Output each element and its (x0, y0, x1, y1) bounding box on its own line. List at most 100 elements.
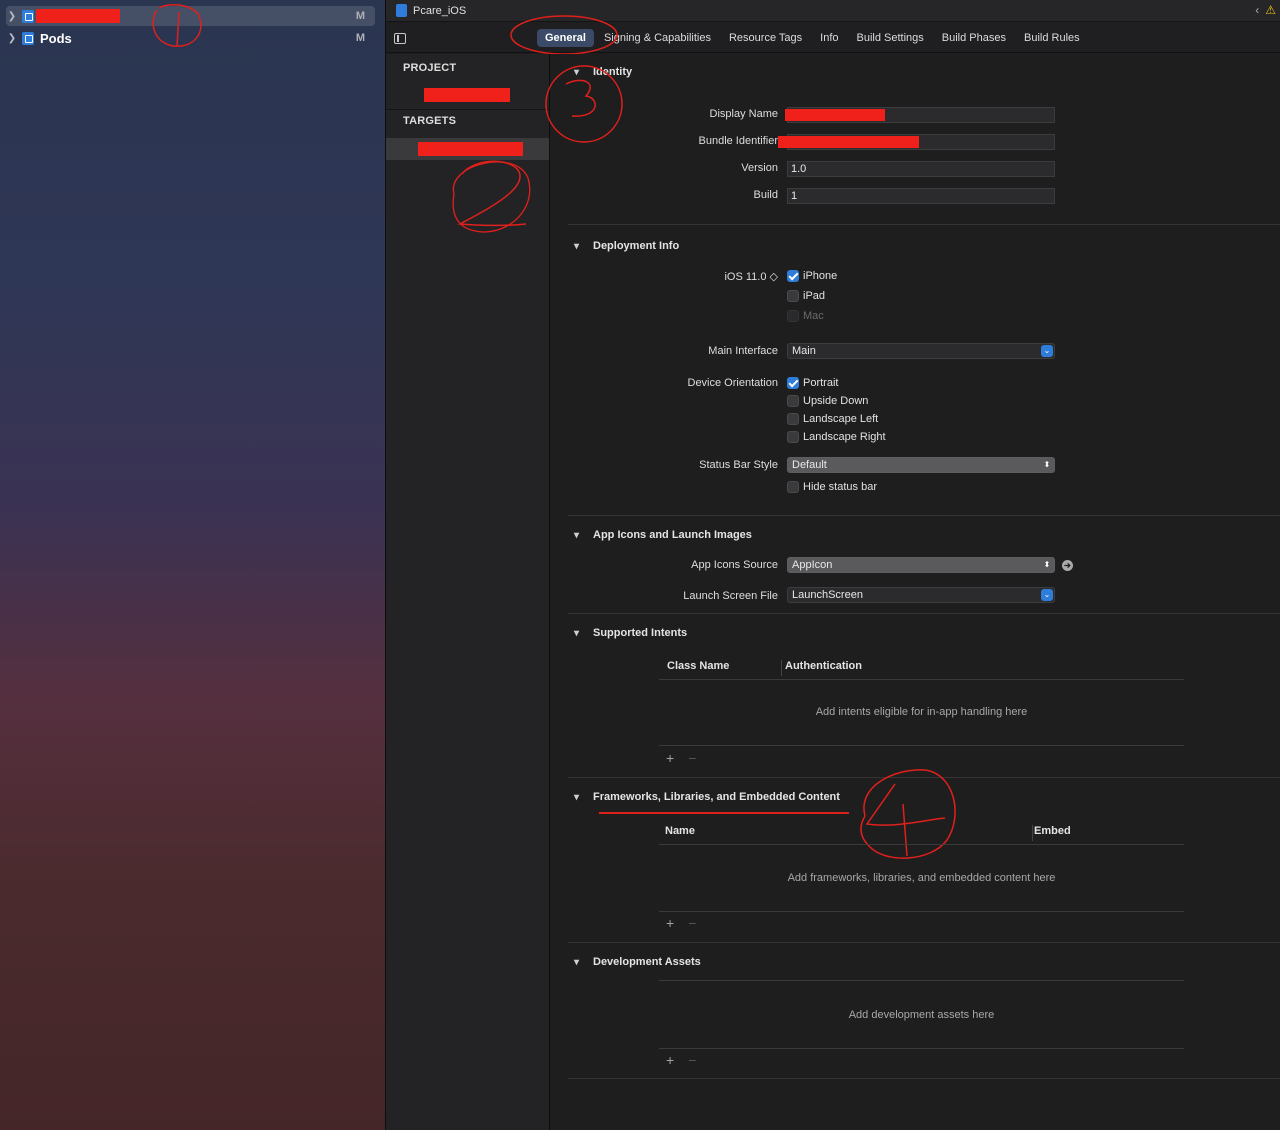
targets-header: TARGETS (403, 115, 457, 127)
project-header: PROJECT (403, 62, 457, 74)
add-framework-button[interactable]: + (666, 915, 674, 931)
chevron-right-icon[interactable]: ❯ (6, 11, 18, 22)
tab-signing-capabilities[interactable]: Signing & Capabilities (596, 29, 719, 47)
go-arrow-icon[interactable]: ➔ (1062, 560, 1073, 571)
add-dev-asset-button[interactable]: + (666, 1052, 674, 1068)
main-interface-label: Main Interface (708, 345, 778, 357)
divider (568, 224, 1280, 225)
launch-screen-value: LaunchScreen (792, 589, 863, 601)
section-title: App Icons and Launch Images (593, 529, 752, 541)
updown-arrows-icon[interactable]: ⬍ (1041, 559, 1053, 571)
redacted-value (785, 109, 885, 121)
remove-dev-asset-button[interactable]: − (688, 1052, 696, 1068)
divider (568, 515, 1280, 516)
checkbox-label: Portrait (803, 377, 839, 389)
launch-screen-label: Launch Screen File (683, 590, 778, 602)
chevron-down-icon[interactable]: ▾ (574, 530, 593, 541)
sidebar-toggle-icon[interactable] (394, 33, 406, 44)
build-field[interactable]: 1 (787, 188, 1055, 204)
chevron-down-icon[interactable]: ▾ (574, 67, 593, 78)
frameworks-table-header: Name Embed (659, 819, 1184, 845)
column-embed[interactable]: Embed (1034, 825, 1071, 837)
section-app-icons[interactable]: ▾ App Icons and Launch Images (574, 529, 752, 541)
add-intent-button[interactable]: + (666, 750, 674, 766)
modified-badge: M (355, 10, 365, 22)
orientation-landscape-left-checkbox[interactable]: Landscape Left (787, 413, 878, 425)
chevron-down-icon[interactable]: ⌄ (1041, 589, 1053, 601)
app-icons-source-popup[interactable]: AppIcon ⬍ (787, 557, 1055, 573)
divider (659, 1048, 1184, 1049)
checkbox-icon[interactable] (787, 395, 799, 407)
project-file-icon (396, 4, 407, 17)
chevron-down-icon[interactable]: ▾ (574, 957, 593, 968)
device-ipad-checkbox[interactable]: iPad (787, 290, 825, 302)
column-authentication[interactable]: Authentication (785, 660, 862, 672)
bundle-identifier-field[interactable] (778, 134, 1055, 150)
orientation-upside-down-checkbox[interactable]: Upside Down (787, 395, 868, 407)
annotation-4 (860, 769, 956, 859)
nav-item-label: Pods (40, 30, 72, 46)
display-name-field[interactable] (785, 107, 1055, 123)
tab-info[interactable]: Info (812, 29, 846, 47)
frameworks-empty-message: Add frameworks, libraries, and embedded … (787, 872, 1056, 884)
chevron-down-icon[interactable]: ⌄ (1041, 345, 1053, 357)
checkbox-label: Upside Down (803, 395, 869, 407)
chevron-down-icon[interactable]: ▾ (574, 628, 593, 639)
nav-item-project[interactable]: ❯ M (6, 6, 375, 26)
column-class-name[interactable]: Class Name (667, 660, 729, 672)
status-bar-style-value: Default (792, 459, 827, 471)
status-bar-style-popup[interactable]: Default ⬍ (787, 457, 1055, 473)
checkbox-checked-icon[interactable] (787, 377, 799, 389)
chevron-left-icon[interactable]: ‹ (1255, 3, 1259, 17)
section-title: Deployment Info (593, 240, 680, 252)
breadcrumb-title[interactable]: Pcare_iOS (413, 5, 466, 17)
orientation-portrait-checkbox[interactable]: Portrait (787, 377, 838, 389)
tab-build-phases[interactable]: Build Phases (934, 29, 1014, 47)
tab-general[interactable]: General (537, 29, 594, 47)
section-deployment-info[interactable]: ▾ Deployment Info (574, 240, 679, 252)
checkbox-label: Mac (803, 310, 824, 322)
project-row[interactable] (386, 85, 549, 107)
device-iphone-checkbox[interactable]: iPhone (787, 270, 837, 282)
checkbox-icon[interactable] (787, 481, 799, 493)
checkbox-icon[interactable] (787, 413, 799, 425)
annotation-2 (452, 160, 531, 233)
annotation-underline (599, 812, 849, 814)
chevron-down-icon[interactable]: ▾ (574, 792, 593, 803)
section-supported-intents[interactable]: ▾ Supported Intents (574, 627, 687, 639)
ios-version-stepper[interactable]: iOS 11.0 ◇ (724, 270, 778, 283)
section-frameworks[interactable]: ▾ Frameworks, Libraries, and Embedded Co… (574, 791, 840, 803)
warning-icon[interactable]: ⚠ (1265, 3, 1276, 17)
section-identity[interactable]: ▾ Identity (574, 66, 632, 78)
remove-intent-button[interactable]: − (688, 750, 696, 766)
remove-framework-button[interactable]: − (688, 915, 696, 931)
checkbox-checked-icon[interactable] (787, 270, 799, 282)
target-row[interactable] (386, 138, 549, 160)
version-label: Version (741, 162, 778, 174)
checkbox-icon[interactable] (787, 431, 799, 443)
nav-item-pods[interactable]: ❯ Pods M (6, 28, 375, 48)
checkbox-label: iPhone (803, 270, 838, 282)
section-title: Development Assets (593, 956, 701, 968)
project-icon (22, 31, 34, 45)
tab-build-settings[interactable]: Build Settings (849, 29, 932, 47)
chevron-right-icon[interactable]: ❯ (6, 33, 18, 44)
project-navigator: ❯ M ❯ Pods M (0, 0, 385, 1130)
column-name[interactable]: Name (665, 825, 695, 837)
tab-build-rules[interactable]: Build Rules (1016, 29, 1088, 47)
checkbox-icon[interactable] (787, 290, 799, 302)
checkbox-label: Hide status bar (803, 481, 877, 493)
section-development-assets[interactable]: ▾ Development Assets (574, 956, 701, 968)
checkbox-label: Landscape Right (803, 431, 886, 443)
chevron-down-icon[interactable]: ▾ (574, 241, 593, 252)
tab-resource-tags[interactable]: Resource Tags (721, 29, 810, 47)
hide-status-bar-checkbox[interactable]: Hide status bar (787, 481, 877, 493)
orientation-landscape-right-checkbox[interactable]: Landscape Right (787, 431, 886, 443)
version-field[interactable]: 1.0 (787, 161, 1055, 177)
updown-arrows-icon[interactable]: ⬍ (1041, 459, 1053, 471)
display-name-label: Display Name (709, 108, 778, 120)
divider (568, 777, 1280, 778)
redacted-value (778, 136, 919, 148)
main-interface-combo[interactable]: Main ⌄ (787, 343, 1055, 359)
launch-screen-combo[interactable]: LaunchScreen ⌄ (787, 587, 1055, 603)
